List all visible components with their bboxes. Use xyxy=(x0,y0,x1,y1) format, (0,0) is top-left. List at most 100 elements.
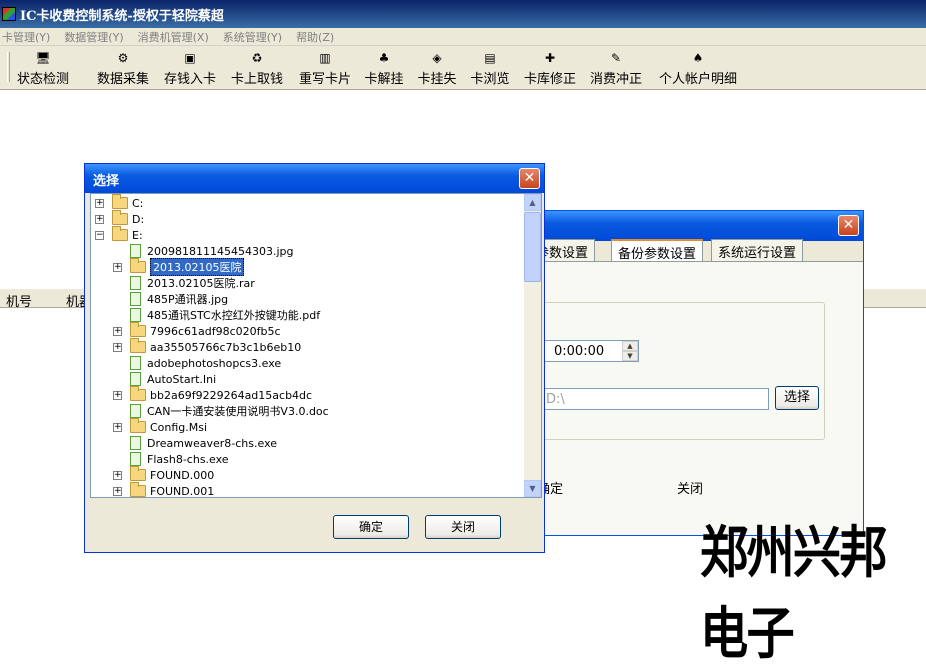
tab-system-run-settings[interactable]: 系统运行设置 xyxy=(711,239,804,261)
menu-pos-management[interactable]: 消费机管理(X) xyxy=(138,29,209,45)
dialog-close-icon[interactable]: ✕ xyxy=(519,168,540,189)
folder-icon xyxy=(130,482,146,497)
expand-icon[interactable]: + xyxy=(113,326,122,336)
dialog-ok-button[interactable]: 确定 xyxy=(333,515,409,539)
expand-icon[interactable]: + xyxy=(113,390,122,400)
tree-item-label: Config.Msi xyxy=(150,420,208,434)
tree-item[interactable]: CAN一卡通安装使用说明书V3.0.doc xyxy=(113,403,329,419)
tree-item[interactable]: 200981811145454303.jpg xyxy=(113,243,294,259)
tree-scrollbar[interactable]: ▲ ▼ xyxy=(524,194,541,497)
tree-item[interactable]: + bb2a69f9229264ad15acb4dc xyxy=(113,386,313,403)
card-browse-icon: ▤ xyxy=(484,51,496,65)
tree-item[interactable]: Dreamweaver8-chs.exe xyxy=(113,435,277,451)
tree-item[interactable]: + C: xyxy=(95,194,144,211)
tab-backup-settings[interactable]: 备份参数设置 xyxy=(611,239,704,262)
folder-icon xyxy=(130,338,146,353)
tree-item-label: Dreamweaver8-chs.exe xyxy=(147,436,278,450)
tree-item[interactable]: Flash8-chs.exe xyxy=(113,451,229,467)
tree-item-label: bb2a69f9229264ad15acb4dc xyxy=(150,388,313,402)
time-spinner[interactable]: ▲ ▼ xyxy=(622,341,638,361)
tree-item[interactable]: 485通讯STC水控红外按键功能.pdf xyxy=(113,307,320,323)
backup-path-input[interactable]: D:\ xyxy=(537,388,769,410)
expand-icon[interactable]: + xyxy=(113,486,122,496)
toolbar-button-label: 重写卡片 xyxy=(298,72,351,87)
expand-icon[interactable]: + xyxy=(113,470,122,480)
expand-icon[interactable]: + xyxy=(113,262,122,272)
scroll-thumb[interactable] xyxy=(524,212,541,282)
status-monitor-button[interactable]: 🖥 状态检测 xyxy=(14,48,72,88)
scroll-up-icon[interactable]: ▲ xyxy=(524,194,541,211)
tree-item-selected[interactable]: + 2013.02105医院 xyxy=(113,258,245,276)
card-browse-button[interactable]: ▤ 卡浏览 xyxy=(468,48,512,88)
menu-card-management[interactable]: 卡管理(Y) xyxy=(2,29,50,45)
tree-item-label: 2013.02105医院.rar xyxy=(147,277,255,290)
card-db-fix-button[interactable]: ✚ 卡库修正 xyxy=(521,48,579,88)
deposit-icon: ▣ xyxy=(184,51,196,65)
tree-item[interactable]: + aa35505766c7b3c1b6eb10 xyxy=(113,338,301,355)
withdraw-button[interactable]: ♻ 卡上取钱 xyxy=(228,48,286,88)
dialog-cancel-button[interactable]: 关闭 xyxy=(425,515,501,539)
menu-bar: 卡管理(Y) 数据管理(Y) 消费机管理(X) 系统管理(Y) 帮助(Z) xyxy=(0,28,926,46)
rewrite-card-button[interactable]: ▥ 重写卡片 xyxy=(296,48,354,88)
card-db-fix-icon: ✚ xyxy=(544,51,556,65)
open-folder-icon xyxy=(112,226,128,241)
folder-icon xyxy=(112,194,128,209)
collapse-icon[interactable]: − xyxy=(95,230,104,240)
folder-icon xyxy=(130,258,146,273)
toolbar-button-label: 存钱入卡 xyxy=(163,72,216,87)
tree-item[interactable]: + Config.Msi xyxy=(113,418,208,435)
settings-close-button[interactable]: 关闭 xyxy=(677,478,703,497)
card-lost-button[interactable]: ◈ 卡挂失 xyxy=(415,48,459,88)
tree-item[interactable]: + D: xyxy=(95,210,144,227)
tree-item-label: C: xyxy=(132,196,144,210)
menu-help[interactable]: 帮助(Z) xyxy=(296,29,334,45)
card-unlock-button[interactable]: ♣ 卡解挂 xyxy=(362,48,406,88)
expand-icon[interactable]: + xyxy=(95,214,104,224)
tree-item[interactable]: 2013.02105医院.rar xyxy=(113,275,255,291)
toolbar-grip[interactable] xyxy=(7,52,10,82)
file-icon xyxy=(130,436,141,450)
choose-path-button[interactable]: 选择 xyxy=(775,386,819,410)
personal-account-button[interactable]: ♠ 个人帐户明细 xyxy=(655,48,741,88)
tree-item[interactable]: − E: xyxy=(95,226,143,243)
toolbar-button-label: 数据采集 xyxy=(96,72,149,87)
expand-icon[interactable]: + xyxy=(95,198,104,208)
app-title: IC卡收费控制系统-授权于轻院蔡超 xyxy=(20,8,224,24)
tree-item[interactable]: 485P通讯器.jpg xyxy=(113,291,228,307)
settings-titlebar: ✕ xyxy=(537,211,863,241)
settings-window: ✕ 参数设置 备份参数设置 系统运行设置 0:00:00 ▲ ▼ D:\ 选择 … xyxy=(529,210,864,536)
spin-down-icon[interactable]: ▼ xyxy=(622,351,638,361)
tree-item[interactable]: + 7996c61adf98c020fb5c xyxy=(113,322,281,339)
tree-item[interactable]: adobephotoshopcs3.exe xyxy=(113,355,281,371)
menu-system-management[interactable]: 系统管理(Y) xyxy=(223,29,282,45)
expand-icon[interactable]: + xyxy=(113,422,122,432)
file-icon xyxy=(130,244,141,258)
tree-item[interactable]: + FOUND.001 xyxy=(113,482,214,497)
personal-account-icon: ♠ xyxy=(692,51,704,65)
folder-tree[interactable]: + C: + D: − E: 200981811145454303.jpg + … xyxy=(90,193,542,498)
menu-data-management[interactable]: 数据管理(Y) xyxy=(64,29,123,45)
deposit-button[interactable]: ▣ 存钱入卡 xyxy=(161,48,219,88)
data-collect-button[interactable]: ⚙ 数据采集 xyxy=(94,48,152,88)
consume-reverse-button[interactable]: ✎ 消费冲正 xyxy=(587,48,645,88)
tree-item[interactable]: AutoStart.Ini xyxy=(113,371,216,387)
file-icon xyxy=(130,356,141,370)
folder-icon xyxy=(130,322,146,337)
folder-icon xyxy=(130,466,146,481)
column-machine-no[interactable]: 机号 xyxy=(6,291,32,310)
expand-icon[interactable]: + xyxy=(113,342,122,352)
toolbar-button-label: 卡库修正 xyxy=(523,72,576,87)
settings-close-icon[interactable]: ✕ xyxy=(838,215,859,236)
toolbar: 🖥 状态检测 ⚙ 数据采集 ▣ 存钱入卡 ♻ 卡上取钱 ▥ 重写卡片 ♣ 卡解挂… xyxy=(0,46,926,90)
spin-up-icon[interactable]: ▲ xyxy=(622,341,638,351)
tree-item[interactable]: + FOUND.000 xyxy=(113,466,214,483)
tree-item-label: Flash8-chs.exe xyxy=(147,452,229,466)
scroll-down-icon[interactable]: ▼ xyxy=(524,480,541,497)
backup-time-input[interactable]: 0:00:00 ▲ ▼ xyxy=(537,340,639,362)
file-icon xyxy=(130,404,141,418)
consume-reverse-icon: ✎ xyxy=(610,51,622,65)
